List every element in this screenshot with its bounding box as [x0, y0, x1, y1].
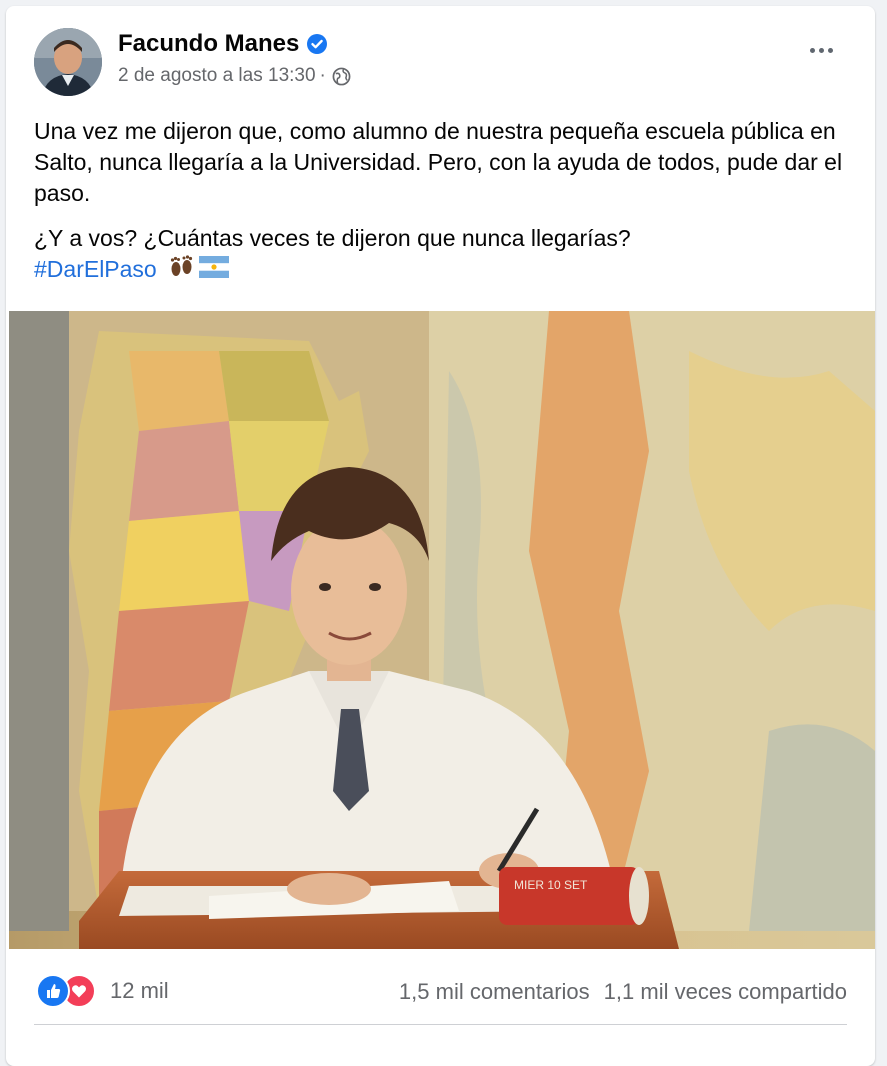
photo-can-label: MIER 10 SET: [514, 878, 588, 892]
hashtag-link[interactable]: #DarElPaso: [34, 256, 157, 282]
post-photo[interactable]: MIER 10 SET: [9, 311, 875, 949]
post-card: Facundo Manes 2 de agosto a las 13:30 ·: [6, 6, 875, 1066]
footprints-emoji: [169, 255, 195, 287]
engagement-stats: 1,5 mil comentarios 1,1 mil veces compar…: [399, 979, 847, 1005]
reactions-count[interactable]: 12 mil: [110, 978, 169, 1004]
post-question: ¿Y a vos? ¿Cuántas veces te dijeron que …: [34, 225, 631, 251]
reactions-summary[interactable]: 12 mil: [36, 974, 169, 1008]
shares-count[interactable]: 1,1 mil veces compartido: [604, 979, 847, 1005]
post-header: Facundo Manes 2 de agosto a las 13:30 ·: [6, 6, 875, 106]
argentina-flag-emoji: [199, 255, 230, 286]
post-paragraph: ¿Y a vos? ¿Cuántas veces te dijeron que …: [34, 223, 854, 287]
more-dot: [810, 48, 815, 53]
verified-badge-icon: [307, 34, 328, 54]
globe-icon[interactable]: [332, 67, 351, 86]
avatar[interactable]: [34, 28, 102, 96]
emoji-group: [169, 255, 230, 287]
comments-count[interactable]: 1,5 mil comentarios: [399, 979, 590, 1005]
author-name-text[interactable]: Facundo Manes: [118, 30, 299, 58]
post-paragraph: Una vez me dijeron que, como alumno de n…: [34, 118, 843, 206]
meta-separator: ·: [319, 65, 326, 86]
more-dot: [828, 48, 833, 53]
author-name[interactable]: Facundo Manes: [118, 30, 328, 58]
post-meta: 2 de agosto a las 13:30 ·: [118, 65, 351, 87]
post-stats: 12 mil 1,5 mil comentarios 1,1 mil veces…: [6, 966, 875, 1010]
like-icon: [36, 974, 70, 1008]
stats-divider: [34, 1024, 847, 1025]
post-timestamp[interactable]: 2 de agosto a las 13:30: [118, 65, 316, 87]
more-options-icon[interactable]: [810, 48, 833, 53]
more-dot: [819, 48, 824, 53]
post-text: Una vez me dijeron que, como alumno de n…: [34, 116, 854, 287]
